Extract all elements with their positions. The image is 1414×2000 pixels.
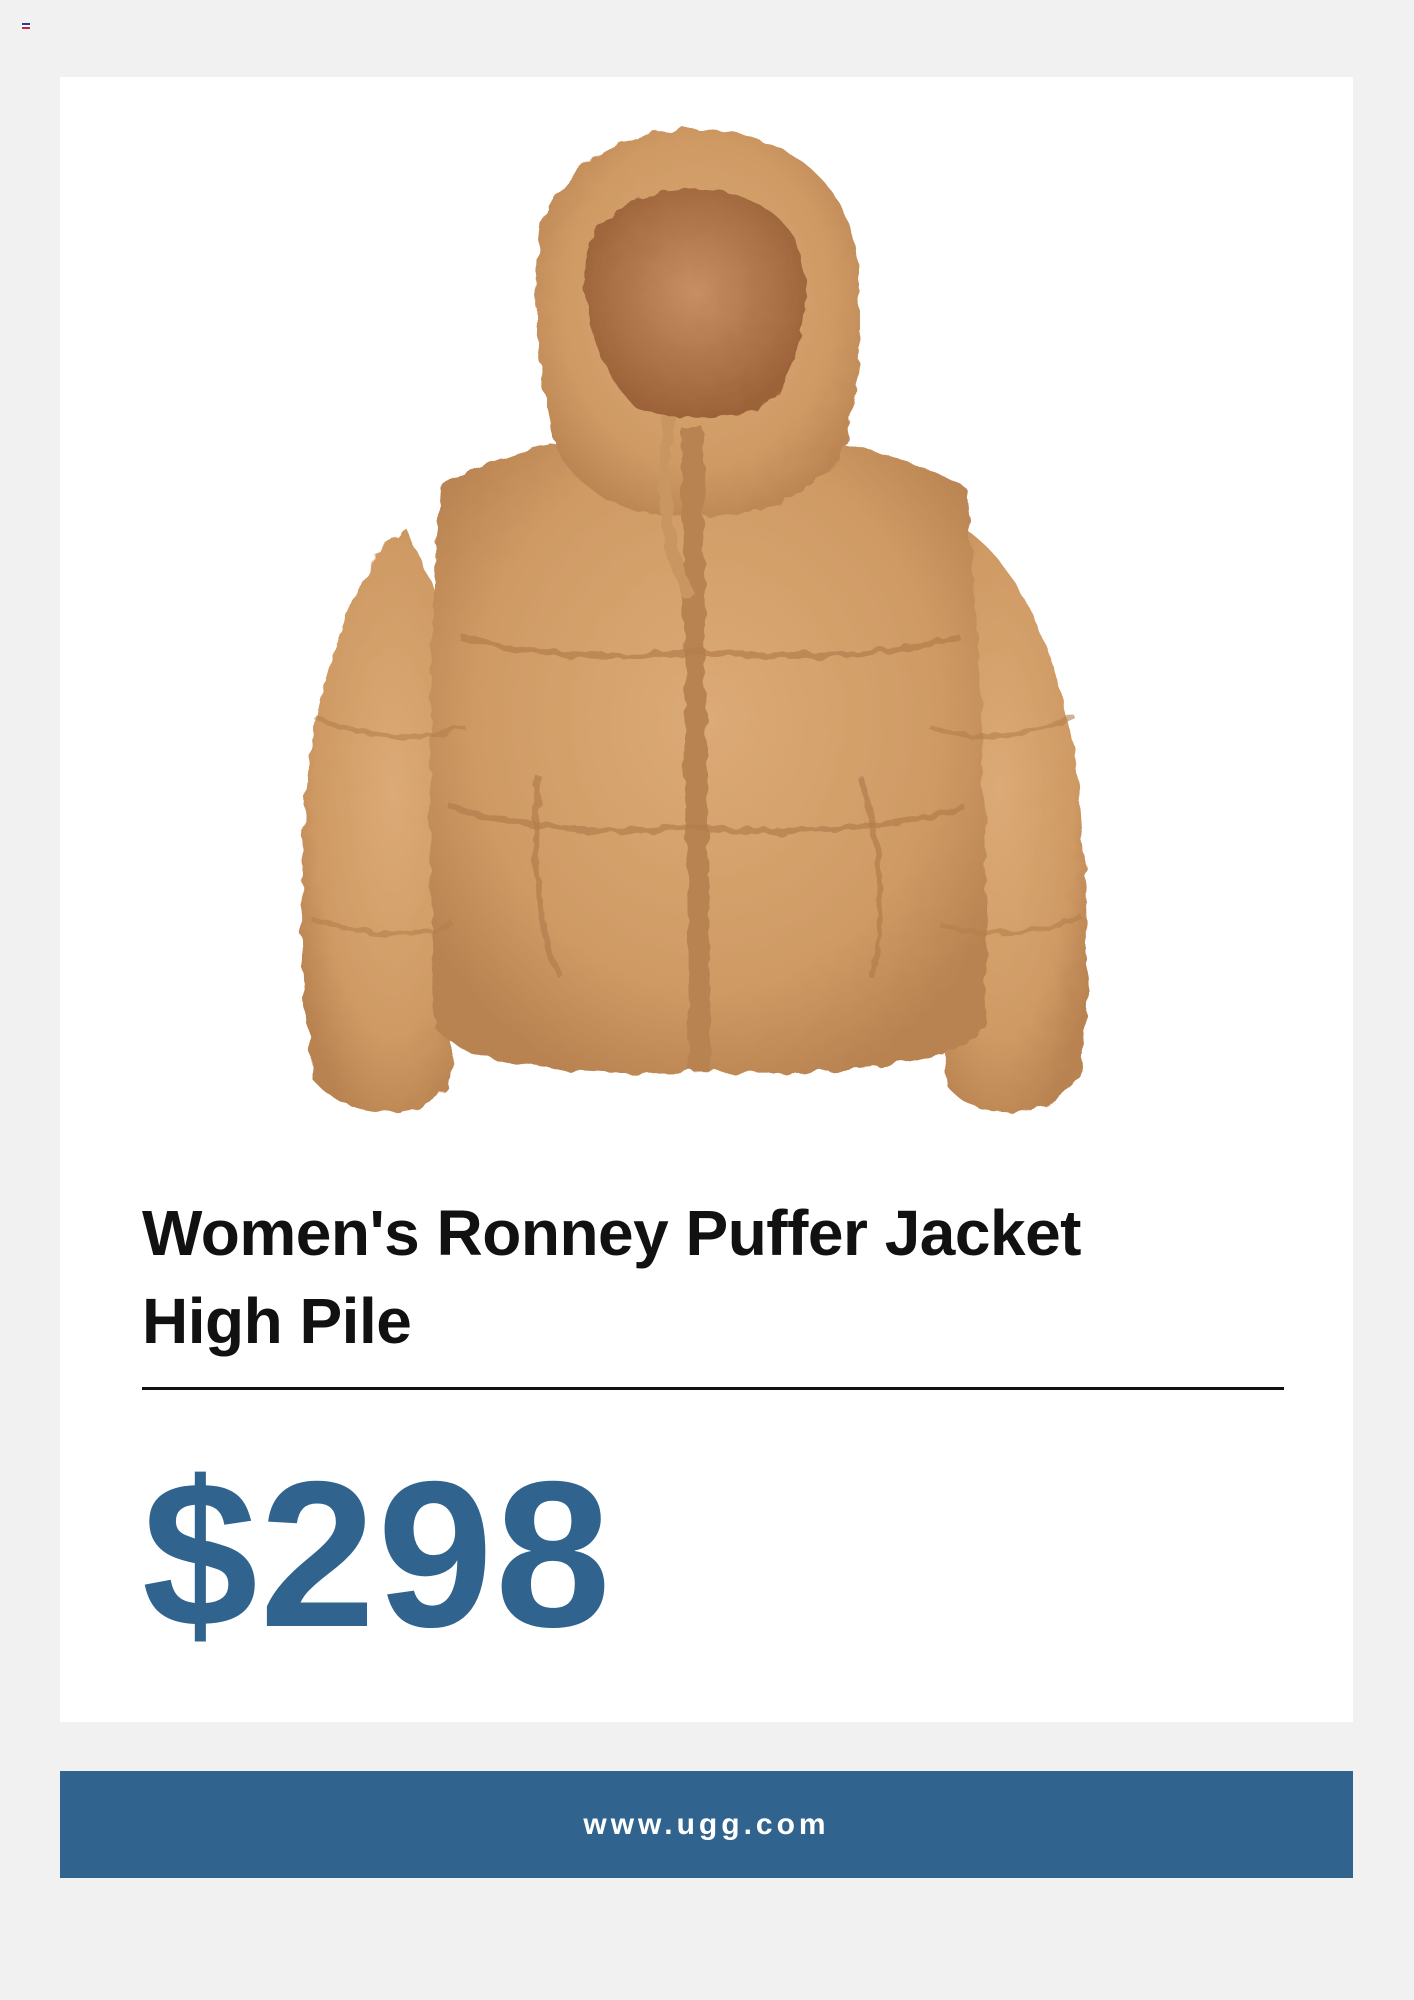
puffer-jacket-image[interactable]	[60, 77, 1353, 1147]
website-link[interactable]: www.ugg.com	[583, 1808, 829, 1842]
footer-bar[interactable]: www.ugg.com	[60, 1771, 1353, 1878]
flag-icon	[22, 23, 30, 29]
product-title: Women's Ronney Puffer Jacket High Pile	[142, 1197, 1081, 1357]
product-card[interactable]: Women's Ronney Puffer Jacket High Pile $…	[60, 77, 1353, 1722]
divider	[142, 1387, 1284, 1390]
product-price: $298	[142, 1439, 613, 1671]
